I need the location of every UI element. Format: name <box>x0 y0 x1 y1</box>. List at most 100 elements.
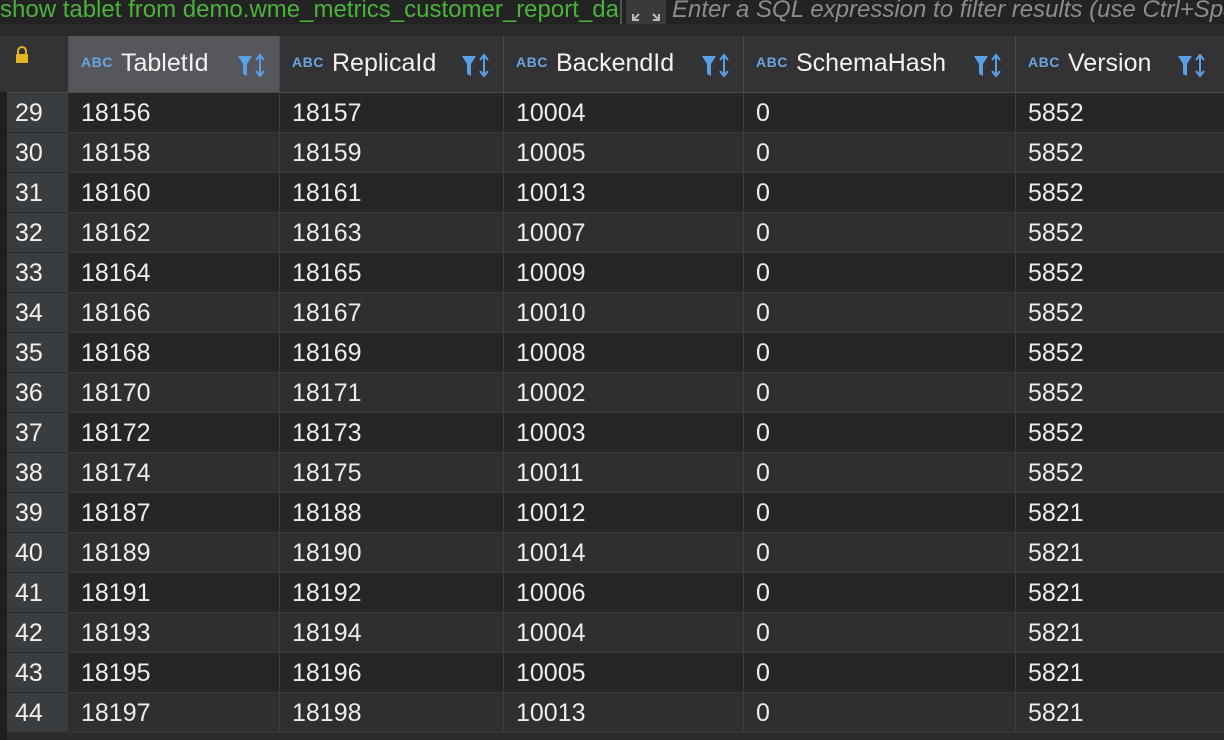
filter-sort-icon[interactable] <box>1176 52 1208 80</box>
table-cell-version[interactable]: 5821 <box>1016 493 1224 533</box>
corner-header[interactable] <box>0 36 69 93</box>
table-cell-schemahash[interactable]: 0 <box>744 293 1016 333</box>
column-header-replicaid[interactable]: ABC ReplicaId <box>280 36 504 93</box>
table-cell-schemahash[interactable]: 0 <box>744 533 1016 573</box>
table-cell-backendid[interactable]: 10009 <box>504 253 744 293</box>
table-cell-schemahash[interactable]: 0 <box>744 93 1016 133</box>
row-number[interactable]: 40 <box>7 533 68 573</box>
table-cell-version[interactable]: 5852 <box>1016 173 1224 213</box>
table-cell-version[interactable]: 5852 <box>1016 333 1224 373</box>
table-cell-backendid[interactable]: 10012 <box>504 493 744 533</box>
table-cell-schemahash[interactable]: 0 <box>744 453 1016 493</box>
table-cell-tabletid[interactable]: 18166 <box>69 293 280 333</box>
table-cell-version[interactable]: 5852 <box>1016 293 1224 333</box>
table-cell-replicaid[interactable]: 18194 <box>280 613 504 653</box>
table-cell-version[interactable]: 5852 <box>1016 373 1224 413</box>
table-cell-tabletid[interactable]: 18197 <box>69 693 280 733</box>
table-cell-replicaid[interactable]: 18171 <box>280 373 504 413</box>
table-cell-version[interactable]: 5852 <box>1016 93 1224 133</box>
row-number[interactable]: 38 <box>7 453 68 493</box>
table-cell-schemahash[interactable]: 0 <box>744 373 1016 413</box>
table-cell-replicaid[interactable]: 18161 <box>280 173 504 213</box>
table-cell-schemahash[interactable]: 0 <box>744 133 1016 173</box>
table-cell-replicaid[interactable]: 18192 <box>280 573 504 613</box>
table-cell-version[interactable]: 5852 <box>1016 213 1224 253</box>
filter-sort-icon[interactable] <box>460 52 492 80</box>
table-cell-tabletid[interactable]: 18170 <box>69 373 280 413</box>
column-header-schemahash[interactable]: ABC SchemaHash <box>744 36 1016 93</box>
table-cell-schemahash[interactable]: 0 <box>744 573 1016 613</box>
table-cell-replicaid[interactable]: 18173 <box>280 413 504 453</box>
table-cell-tabletid[interactable]: 18160 <box>69 173 280 213</box>
table-cell-schemahash[interactable]: 0 <box>744 693 1016 733</box>
table-cell-tabletid[interactable]: 18158 <box>69 133 280 173</box>
table-cell-tabletid[interactable]: 18195 <box>69 653 280 693</box>
table-cell-tabletid[interactable]: 18168 <box>69 333 280 373</box>
row-number[interactable]: 29 <box>7 93 68 133</box>
table-cell-backendid[interactable]: 10005 <box>504 133 744 173</box>
row-number[interactable]: 34 <box>7 293 68 333</box>
table-cell-version[interactable]: 5852 <box>1016 413 1224 453</box>
table-cell-schemahash[interactable]: 0 <box>744 493 1016 533</box>
row-number[interactable]: 31 <box>7 173 68 213</box>
table-cell-backendid[interactable]: 10010 <box>504 293 744 333</box>
table-cell-replicaid[interactable]: 18190 <box>280 533 504 573</box>
table-cell-backendid[interactable]: 10006 <box>504 573 744 613</box>
table-cell-version[interactable]: 5821 <box>1016 653 1224 693</box>
table-cell-replicaid[interactable]: 18163 <box>280 213 504 253</box>
table-cell-schemahash[interactable]: 0 <box>744 653 1016 693</box>
table-cell-replicaid[interactable]: 18165 <box>280 253 504 293</box>
table-cell-replicaid[interactable]: 18169 <box>280 333 504 373</box>
table-cell-backendid[interactable]: 10008 <box>504 333 744 373</box>
table-cell-replicaid[interactable]: 18198 <box>280 693 504 733</box>
table-cell-schemahash[interactable]: 0 <box>744 613 1016 653</box>
table-cell-backendid[interactable]: 10013 <box>504 173 744 213</box>
table-cell-tabletid[interactable]: 18191 <box>69 573 280 613</box>
table-cell-version[interactable]: 5821 <box>1016 573 1224 613</box>
table-cell-replicaid[interactable]: 18159 <box>280 133 504 173</box>
table-cell-backendid[interactable]: 10005 <box>504 653 744 693</box>
lock-icon[interactable] <box>14 46 30 64</box>
table-cell-version[interactable]: 5852 <box>1016 453 1224 493</box>
row-number[interactable]: 44 <box>7 693 68 733</box>
table-cell-schemahash[interactable]: 0 <box>744 253 1016 293</box>
filter-sort-icon[interactable] <box>700 52 732 80</box>
table-cell-version[interactable]: 5821 <box>1016 693 1224 733</box>
filter-input[interactable]: Enter a SQL expression to filter results… <box>672 0 1224 24</box>
table-cell-backendid[interactable]: 10011 <box>504 453 744 493</box>
table-cell-version[interactable]: 5821 <box>1016 613 1224 653</box>
table-cell-tabletid[interactable]: 18189 <box>69 533 280 573</box>
table-cell-backendid[interactable]: 10003 <box>504 413 744 453</box>
table-cell-replicaid[interactable]: 18188 <box>280 493 504 533</box>
expand-icon[interactable] <box>626 0 666 24</box>
table-cell-version[interactable]: 5852 <box>1016 133 1224 173</box>
row-number[interactable]: 39 <box>7 493 68 533</box>
table-cell-tabletid[interactable]: 18172 <box>69 413 280 453</box>
table-cell-schemahash[interactable]: 0 <box>744 173 1016 213</box>
row-number[interactable]: 36 <box>7 373 68 413</box>
column-header-tabletid[interactable]: ABC TabletId <box>69 36 280 93</box>
table-cell-version[interactable]: 5821 <box>1016 533 1224 573</box>
table-cell-backendid[interactable]: 10007 <box>504 213 744 253</box>
table-cell-replicaid[interactable]: 18167 <box>280 293 504 333</box>
row-number[interactable]: 32 <box>7 213 68 253</box>
table-cell-tabletid[interactable]: 18156 <box>69 93 280 133</box>
table-cell-backendid[interactable]: 10004 <box>504 93 744 133</box>
table-cell-tabletid[interactable]: 18174 <box>69 453 280 493</box>
table-cell-backendid[interactable]: 10014 <box>504 533 744 573</box>
table-cell-version[interactable]: 5852 <box>1016 253 1224 293</box>
table-cell-backendid[interactable]: 10004 <box>504 613 744 653</box>
table-cell-replicaid[interactable]: 18196 <box>280 653 504 693</box>
table-cell-backendid[interactable]: 10013 <box>504 693 744 733</box>
row-number[interactable]: 33 <box>7 253 68 293</box>
row-number[interactable]: 42 <box>7 613 68 653</box>
table-cell-tabletid[interactable]: 18187 <box>69 493 280 533</box>
table-cell-tabletid[interactable]: 18162 <box>69 213 280 253</box>
filter-sort-icon[interactable] <box>972 52 1004 80</box>
table-cell-schemahash[interactable]: 0 <box>744 413 1016 453</box>
row-number[interactable]: 43 <box>7 653 68 693</box>
table-cell-tabletid[interactable]: 18193 <box>69 613 280 653</box>
filter-sort-icon[interactable] <box>236 52 268 80</box>
table-cell-replicaid[interactable]: 18175 <box>280 453 504 493</box>
table-cell-schemahash[interactable]: 0 <box>744 333 1016 373</box>
